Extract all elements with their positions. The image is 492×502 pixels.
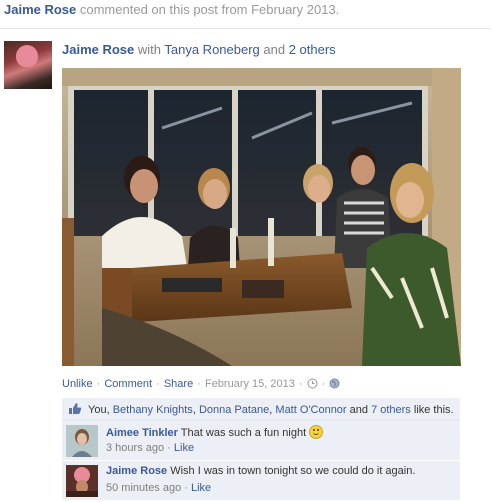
clock-icon [307,378,318,392]
comment-like-link[interactable]: Like [191,482,211,494]
likes-and: and [346,404,372,416]
comment-link[interactable]: Comment [104,378,152,390]
story-header-author-link[interactable]: Jaime Rose [4,2,76,17]
share-link[interactable]: Share [164,378,193,390]
commenter-avatar[interactable] [66,425,98,457]
post-with-text: with [134,42,165,57]
likes-suffix: like this. [410,404,454,416]
comment-author-link[interactable]: Aimee Tinkler [106,427,178,439]
post-date[interactable]: February 15, 2013 [205,378,295,390]
globe-icon[interactable] [329,378,340,392]
liker-link[interactable]: Donna Patane [199,404,269,416]
liker-link[interactable]: Bethany Knights [113,404,193,416]
comment-body: Aimee Tinkler That was such a fun night [106,425,456,439]
smile-emoticon-icon [309,425,324,439]
comment-meta: 50 minutes ago · Like [106,482,211,494]
post-actions: Unlike · Comment · Share · February 15, … [62,378,340,392]
tagged-others-link[interactable]: 2 others [289,42,336,57]
comment-item: Jaime Rose Wish I was in town tonight so… [62,460,460,500]
comment-text: Wish I was in town tonight so we could d… [167,465,416,477]
unlike-link[interactable]: Unlike [62,378,93,390]
comment-meta: 3 hours ago · Like [106,442,194,454]
post-and-text: and [259,42,289,57]
separator: · [164,442,174,454]
comment-author-link[interactable]: Jaime Rose [106,465,167,477]
author-avatar[interactable] [4,41,52,89]
separator: · [295,378,306,390]
commenter-avatar[interactable] [66,465,98,497]
separator: · [153,378,163,390]
separator: · [181,482,191,494]
likes-others-link[interactable]: 7 others [371,404,411,416]
likes-you: You, [88,404,113,416]
header-divider [0,28,490,29]
comment-body: Jaime Rose Wish I was in town tonight so… [106,465,456,477]
comment-time[interactable]: 50 minutes ago [106,482,181,494]
separator: · [318,378,329,390]
photo-illustration [62,68,461,366]
thumbs-up-icon [68,402,82,415]
tagged-person-link[interactable]: Tanya Roneberg [164,42,259,57]
comment-like-link[interactable]: Like [174,442,194,454]
story-header: Jaime Rose commented on this post from F… [4,2,490,22]
separator: · [194,378,204,390]
likes-summary: You, Bethany Knights, Donna Patane, Matt… [62,398,460,420]
comment-text: That was such a fun night [177,427,310,439]
comment-time[interactable]: 3 hours ago [106,442,164,454]
post-photo[interactable] [62,68,461,366]
heart-balloon-graphic [16,45,38,67]
post-author-link[interactable]: Jaime Rose [62,42,134,57]
comment-item: Aimee Tinkler That was such a fun night … [62,420,460,460]
liker-link[interactable]: Matt O'Connor [275,404,346,416]
feedback-box: You, Bethany Knights, Donna Patane, Matt… [62,398,460,500]
post-header: Jaime Rose with Tanya Roneberg and 2 oth… [62,42,336,57]
separator: · [93,378,104,390]
story-header-text: commented on this post from February 201… [76,2,340,17]
